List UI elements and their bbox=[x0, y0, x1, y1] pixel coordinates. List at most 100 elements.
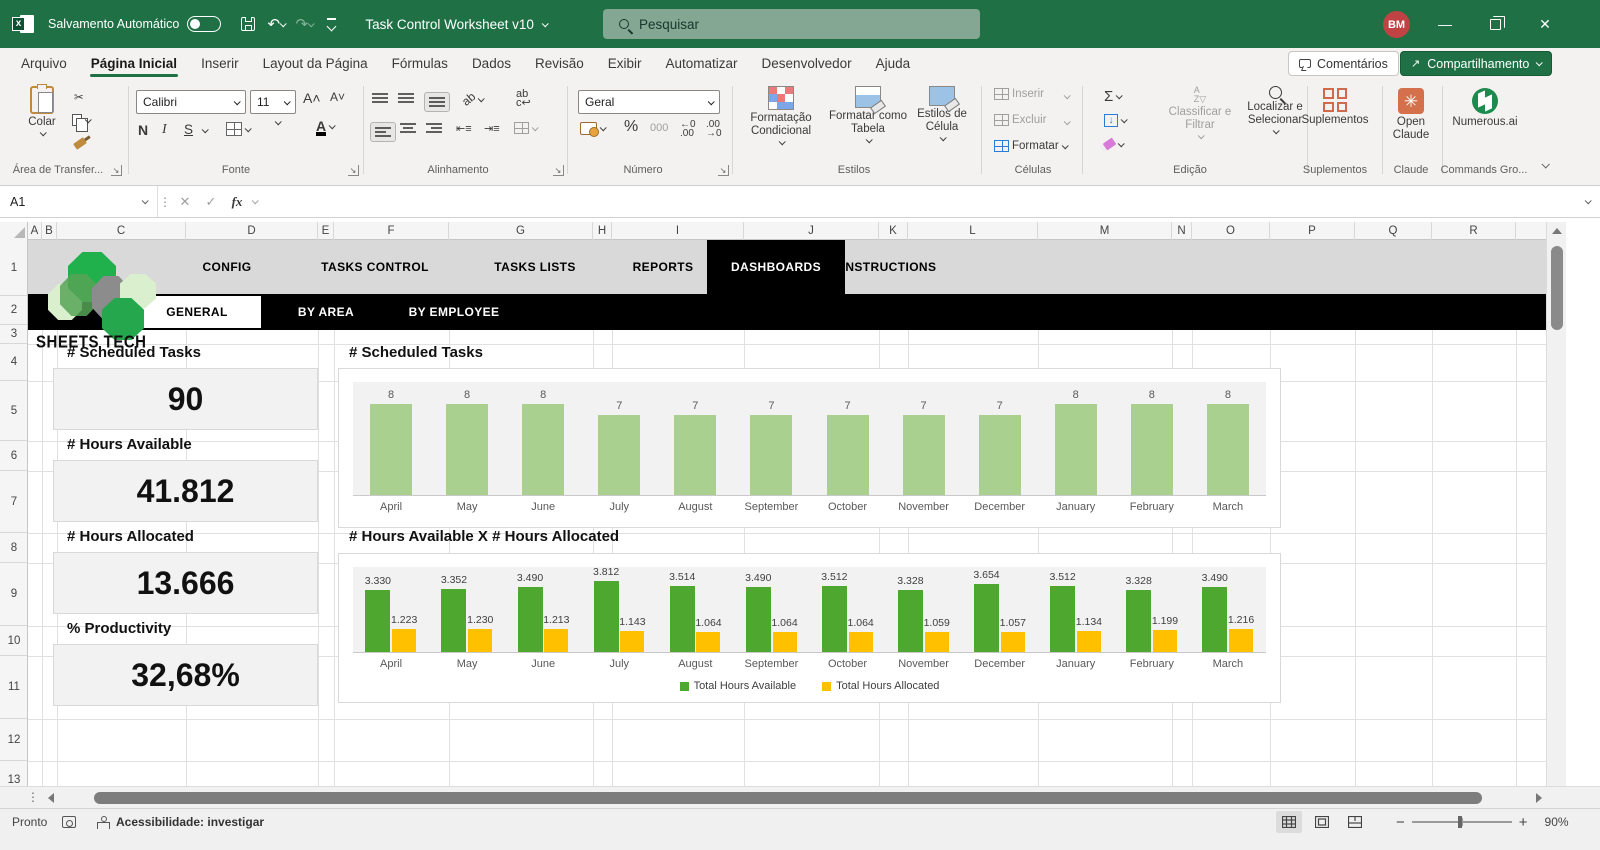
column-header-F[interactable]: F bbox=[334, 222, 449, 240]
vertical-scroll-thumb[interactable] bbox=[1551, 246, 1563, 330]
macro-record-button[interactable] bbox=[62, 809, 76, 835]
document-title[interactable]: Task Control Worksheet v10 bbox=[365, 17, 549, 32]
vertical-scrollbar[interactable] bbox=[1546, 222, 1566, 786]
increase-decimal-button[interactable]: ←0.00 bbox=[680, 120, 696, 139]
conditional-formatting-button[interactable]: Formatação Condicional bbox=[736, 86, 826, 146]
column-header-E[interactable]: E bbox=[318, 222, 334, 240]
row-header-9[interactable]: 9 bbox=[0, 563, 27, 626]
undo-chevron-icon[interactable] bbox=[279, 19, 287, 27]
delete-cells-chevron-icon[interactable] bbox=[1063, 118, 1071, 126]
collapse-ribbon-chevron-icon[interactable] bbox=[1541, 160, 1550, 169]
save-button[interactable] bbox=[237, 12, 259, 36]
horizontal-scroll-thumb[interactable] bbox=[94, 792, 1482, 804]
scroll-right-arrow[interactable] bbox=[1536, 793, 1542, 803]
increase-indent-button[interactable]: ⇥≡ bbox=[484, 122, 500, 135]
format-as-table-button[interactable]: Formatar como Tabela bbox=[826, 86, 910, 144]
column-header-C[interactable]: C bbox=[57, 222, 186, 240]
align-top-button[interactable] bbox=[372, 92, 388, 104]
align-bottom-button[interactable] bbox=[424, 92, 450, 112]
row-header-13[interactable]: 13 bbox=[0, 761, 27, 786]
row-header-5[interactable]: 5 bbox=[0, 381, 27, 441]
avatar[interactable]: BM bbox=[1383, 11, 1410, 38]
decrease-indent-button[interactable]: ⇤≡ bbox=[456, 122, 472, 135]
sheet-grid[interactable]: CONFIG TASKS CONTROL TASKS LISTS REPORTS DAS… bbox=[28, 240, 1546, 786]
menu-tab-dados[interactable]: Dados bbox=[461, 52, 522, 75]
accounting-format-button[interactable] bbox=[580, 122, 607, 137]
normal-view-button[interactable] bbox=[1276, 811, 1302, 833]
insert-cells-chevron-icon[interactable] bbox=[1063, 92, 1071, 100]
column-header-Q[interactable]: Q bbox=[1355, 222, 1432, 240]
format-cells-button[interactable]: Formatar bbox=[994, 140, 1069, 152]
row-header-4[interactable]: 4 bbox=[0, 344, 27, 381]
font-name-select[interactable]: Calibri bbox=[136, 90, 246, 114]
copy-button[interactable] bbox=[72, 114, 92, 132]
row-header-3[interactable]: 3 bbox=[0, 325, 27, 344]
percent-style-button[interactable]: % bbox=[624, 118, 638, 136]
row-header-2[interactable]: 2 bbox=[0, 296, 27, 325]
bold-button[interactable]: N bbox=[138, 122, 148, 138]
clear-button[interactable] bbox=[1102, 137, 1125, 151]
column-header-G[interactable]: G bbox=[449, 222, 593, 240]
autosum-button[interactable]: Σ bbox=[1104, 88, 1124, 105]
decrease-font-button[interactable]: A˅ bbox=[330, 90, 345, 104]
menu-tab-fórmulas[interactable]: Fórmulas bbox=[381, 52, 459, 75]
menu-tab-automatizar[interactable]: Automatizar bbox=[655, 52, 749, 75]
insert-cells-button[interactable]: Inserir bbox=[994, 88, 1044, 100]
formula-input[interactable] bbox=[257, 186, 1585, 217]
column-header-P[interactable]: P bbox=[1270, 222, 1355, 240]
align-center-button[interactable] bbox=[400, 122, 416, 134]
scroll-up-arrow[interactable] bbox=[1552, 228, 1562, 234]
zoom-level[interactable]: 90% bbox=[1545, 815, 1569, 829]
number-format-select[interactable]: Geral bbox=[578, 90, 720, 114]
menu-tab-inserir[interactable]: Inserir bbox=[190, 52, 250, 75]
underline-button[interactable]: S bbox=[184, 122, 193, 137]
nav-tab-tasks-lists[interactable]: TASKS LISTS bbox=[470, 240, 600, 294]
sub-tab-by-employee[interactable]: BY EMPLOYEE bbox=[389, 296, 520, 328]
fill-color-button[interactable] bbox=[272, 118, 282, 126]
column-header-J[interactable]: J bbox=[744, 222, 879, 240]
column-header-D[interactable]: D bbox=[186, 222, 318, 240]
row-header-12[interactable]: 12 bbox=[0, 719, 27, 761]
fill-button[interactable]: ↓ bbox=[1104, 114, 1128, 127]
menu-tab-ajuda[interactable]: Ajuda bbox=[865, 52, 922, 75]
menu-tab-arquivo[interactable]: Arquivo bbox=[10, 52, 78, 75]
delete-cells-button[interactable]: Excluir bbox=[994, 114, 1047, 126]
formula-bar-kebab-icon[interactable]: ⋮ bbox=[158, 195, 172, 209]
row-header-1[interactable]: 1 bbox=[0, 240, 27, 296]
nav-tab-tasks-control[interactable]: TASKS CONTROL bbox=[297, 240, 453, 294]
nav-tab-instructions[interactable]: INSTRUCTIONS bbox=[818, 240, 961, 294]
name-box[interactable]: A1 bbox=[0, 186, 158, 217]
comments-button[interactable]: Comentários bbox=[1288, 51, 1399, 76]
chart1[interactable]: 8 8 8 7 7 7 7 7 7 8 8 8 April May June July August Septem… bbox=[338, 368, 1281, 528]
zoom-slider-handle[interactable] bbox=[1457, 816, 1462, 828]
numerous-button[interactable]: Numerous.ai bbox=[1446, 88, 1524, 129]
column-header-R[interactable]: R bbox=[1432, 222, 1516, 240]
increase-font-button[interactable]: A˄ bbox=[303, 90, 321, 106]
font-dialog-launcher[interactable] bbox=[348, 165, 359, 176]
sub-tab-by-area[interactable]: BY AREA bbox=[278, 296, 374, 328]
redo-button[interactable]: ↷ bbox=[293, 12, 315, 36]
row-header-11[interactable]: 11 bbox=[0, 656, 27, 719]
horizontal-scrollbar[interactable]: ⋮ bbox=[0, 786, 1600, 808]
font-color-button[interactable]: A bbox=[316, 118, 336, 136]
font-size-select[interactable]: 11 bbox=[250, 90, 296, 114]
number-dialog-launcher[interactable] bbox=[718, 165, 729, 176]
autosave-toggle[interactable] bbox=[187, 16, 222, 32]
select-all-corner[interactable] bbox=[0, 222, 28, 240]
restore-button[interactable] bbox=[1472, 0, 1518, 48]
align-middle-button[interactable] bbox=[398, 92, 414, 104]
page-break-view-button[interactable] bbox=[1342, 811, 1368, 833]
alignment-dialog-launcher[interactable] bbox=[553, 165, 564, 176]
column-header-O[interactable]: O bbox=[1192, 222, 1270, 240]
menu-tab-revisão[interactable]: Revisão bbox=[524, 52, 595, 75]
excel-app-icon[interactable]: x bbox=[12, 13, 34, 35]
row-header-8[interactable]: 8 bbox=[0, 533, 27, 563]
menu-tab-página-inicial[interactable]: Página Inicial bbox=[80, 52, 188, 77]
accessibility-status[interactable]: Acessibilidade: investigar bbox=[96, 809, 264, 835]
open-claude-button[interactable]: ✳ Open Claude bbox=[1384, 88, 1438, 142]
menu-tab-desenvolvedor[interactable]: Desenvolvedor bbox=[751, 52, 863, 75]
align-left-button[interactable] bbox=[370, 122, 396, 142]
customize-qat-button[interactable] bbox=[321, 12, 343, 36]
row-header-10[interactable]: 10 bbox=[0, 626, 27, 656]
column-header-L[interactable]: L bbox=[908, 222, 1038, 240]
